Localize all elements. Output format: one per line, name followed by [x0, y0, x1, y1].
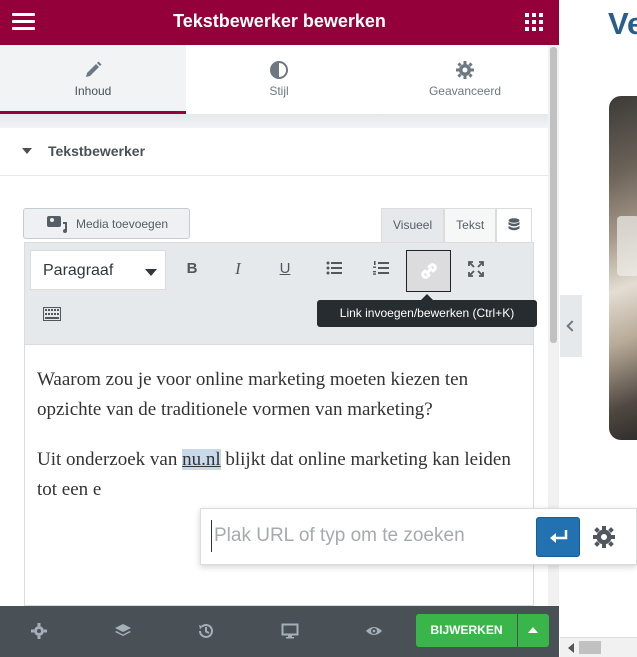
update-options-button[interactable] [518, 614, 549, 647]
preview-horizontal-scrollbar[interactable] [560, 637, 637, 657]
tab-visual[interactable]: Visueel [381, 208, 445, 242]
add-media-label: Media toevoegen [76, 217, 169, 231]
enter-icon [550, 530, 568, 543]
link-tooltip: Link invoegen/bewerken (Ctrl+K) [317, 294, 537, 327]
fullscreen-button[interactable] [459, 252, 493, 286]
gear-icon [456, 61, 474, 79]
numbered-list-icon [373, 261, 389, 275]
grid-icon[interactable] [525, 13, 543, 31]
add-media-button[interactable]: Media toevoegen [23, 208, 190, 239]
panel-tabs: Inhoud Stijl Geavanceerd [0, 45, 559, 114]
format-value: Paragraaf [43, 262, 114, 279]
media-icon [47, 216, 67, 233]
tab-geavanceerd-label: Geavanceerd [428, 84, 502, 98]
preview-image [609, 96, 637, 440]
history-icon[interactable] [197, 622, 215, 640]
dynamic-tags-button[interactable] [496, 208, 533, 242]
panel-title: Tekstbewerker bewerken [173, 11, 386, 31]
database-icon [508, 218, 520, 231]
editor-toolbar: Paragraaf B I U [24, 242, 534, 344]
tab-inhoud-label: Inhoud [74, 84, 112, 98]
link-url-input[interactable] [211, 520, 531, 552]
bullet-list-icon [326, 261, 342, 275]
link-popup [200, 508, 637, 565]
panel-header: Tekstbewerker bewerken [0, 0, 559, 45]
layers-icon[interactable] [114, 622, 132, 640]
editor-paragraph-1: Waarom zou je voor online marketing moet… [37, 369, 469, 420]
underline-button[interactable]: U [268, 252, 302, 286]
tab-geavanceerd[interactable]: Geavanceerd [372, 45, 558, 114]
section-header[interactable]: Tekstbewerker [0, 128, 548, 176]
link-icon [420, 263, 437, 279]
paragraph-2-text-before: Uit onderzoek van [37, 449, 183, 470]
horizontal-scroll-thumb[interactable] [579, 641, 601, 654]
editor-paragraph-2: Uit onderzoek van nu.nl blijkt dat onlin… [37, 445, 521, 505]
responsive-desktop-icon[interactable] [281, 622, 299, 640]
tabs-divider [0, 114, 548, 128]
caret-down-icon [22, 148, 32, 154]
chevron-down-icon [145, 269, 157, 276]
fullscreen-icon [468, 261, 484, 277]
text-editor-content[interactable]: Waarom zou je voor online marketing moet… [24, 344, 534, 606]
collapse-panel-button[interactable] [560, 295, 582, 357]
settings-icon[interactable] [30, 622, 48, 640]
bullet-list-button[interactable] [317, 252, 351, 286]
editor-mode-tabs: Visueel Tekst [381, 208, 533, 242]
paragraph-format-select[interactable]: Paragraaf [30, 250, 166, 290]
toolbar-toggle-button[interactable] [35, 298, 69, 332]
tab-text[interactable]: Tekst [444, 208, 497, 242]
update-button[interactable]: BIJWERKEN [416, 614, 517, 647]
selected-link-text[interactable]: nu.nl [182, 449, 221, 470]
section-title: Tekstbewerker [48, 143, 146, 159]
scrollbar-thumb[interactable] [550, 47, 557, 343]
pencil-icon [86, 61, 102, 77]
preview-heading: Ve [608, 6, 637, 41]
tab-stijl[interactable]: Stijl [186, 45, 372, 114]
half-circle-icon [270, 61, 288, 79]
numbered-list-button[interactable] [364, 252, 398, 286]
italic-button[interactable]: I [221, 252, 255, 286]
editor-screen: Tekstbewerker bewerken Inhoud Stijl Geav… [0, 0, 637, 657]
eye-icon[interactable] [365, 622, 383, 640]
scroll-left-icon[interactable] [568, 643, 574, 653]
tab-inhoud[interactable]: Inhoud [0, 45, 186, 114]
tab-stijl-label: Stijl [269, 84, 289, 98]
link-options-gear-icon[interactable] [591, 524, 617, 550]
apply-link-button[interactable] [536, 517, 580, 557]
keyboard-icon [43, 307, 61, 321]
link-button[interactable] [406, 250, 451, 292]
bold-button[interactable]: B [175, 252, 209, 286]
